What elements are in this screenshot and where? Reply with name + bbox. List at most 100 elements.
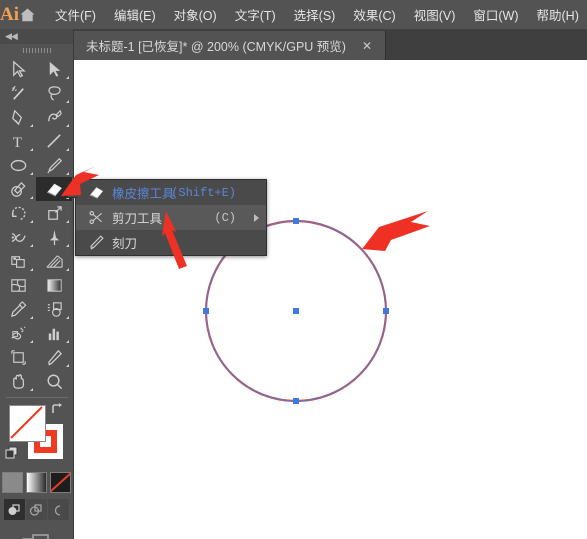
rotate-tool[interactable]	[0, 201, 36, 225]
menu-item-7[interactable]: 视图(V)	[405, 1, 465, 28]
draw-normal-button[interactable]	[3, 499, 25, 520]
knife-icon	[88, 234, 112, 251]
eraser-icon	[88, 184, 112, 201]
anchor-point-1[interactable]	[293, 218, 299, 224]
collapse-panel-icon[interactable]: ◀◀	[5, 32, 18, 41]
eraser-tool-flyout: 橡皮擦工具 (Shift+E) 剪刀工具 (C) 刻刀	[67, 179, 267, 256]
flyout-item-label: 橡皮擦工具	[112, 187, 175, 201]
direct-select-icon	[45, 60, 64, 79]
free-transform-tool[interactable]	[36, 225, 72, 249]
tool-grid: T	[0, 57, 72, 393]
column-graph-tool[interactable]	[36, 321, 72, 345]
pen-tool[interactable]	[0, 105, 36, 129]
tool-flyout-indicator-icon	[30, 340, 33, 343]
eyedropper-tool[interactable]	[0, 297, 36, 321]
flyout-item-3[interactable]: 刻刀	[76, 230, 266, 255]
hand-tool[interactable]	[0, 369, 36, 393]
tool-flyout-indicator-icon	[66, 268, 69, 271]
artboard-canvas[interactable]	[73, 60, 587, 539]
anchor-point-2[interactable]	[383, 308, 389, 314]
line-segment-tool[interactable]	[36, 129, 72, 153]
none-mode-button[interactable]	[49, 472, 71, 493]
tool-flyout-indicator-icon	[30, 316, 33, 319]
tool-flyout-indicator-icon	[30, 388, 33, 391]
tool-flyout-indicator-icon	[30, 220, 33, 223]
eraser-icon	[45, 180, 64, 199]
gradient-mode-button[interactable]	[25, 472, 47, 493]
flyout-item-1[interactable]: 橡皮擦工具 (Shift+E)	[76, 180, 266, 205]
shape-builder-tool[interactable]	[0, 249, 36, 273]
symbol-sprayer-tool[interactable]	[0, 321, 36, 345]
tools-panel-header: ◀◀	[0, 29, 73, 44]
tool-flyout-indicator-icon	[66, 364, 69, 367]
menu-item-4[interactable]: 文字(T)	[226, 1, 285, 28]
flyout-item-shortcut: (Shift+E)	[171, 185, 236, 200]
slice-knife-icon	[45, 348, 64, 367]
anchor-point-4[interactable]	[203, 308, 209, 314]
blend-icon	[45, 300, 64, 319]
menu-item-1[interactable]: 文件(F)	[46, 1, 105, 28]
fill-stroke-controls	[0, 402, 72, 470]
direct-selection-tool[interactable]	[36, 57, 72, 81]
width-tool[interactable]	[0, 225, 36, 249]
shaper-tool[interactable]	[0, 177, 36, 201]
grip-dots	[22, 48, 51, 53]
cursor-arrow-icon	[9, 60, 28, 79]
mesh-tool[interactable]	[0, 273, 36, 297]
perspective-grid-tool[interactable]	[36, 249, 72, 273]
draw-inside-button[interactable]	[47, 499, 69, 520]
tool-flyout-indicator-icon	[66, 76, 69, 79]
artboard-icon	[9, 348, 28, 367]
submenu-chevron-icon	[254, 214, 259, 222]
selection-tool[interactable]	[0, 57, 36, 81]
flyout-item-label: 剪刀工具	[112, 212, 163, 226]
tools-divider-1	[5, 397, 68, 398]
panel-drag-handle[interactable]	[0, 44, 73, 57]
tool-flyout-indicator-icon	[66, 148, 69, 151]
tools-panel: ◀◀ T	[0, 29, 74, 539]
tool-flyout-indicator-icon	[30, 172, 33, 175]
ellipse-tool[interactable]	[0, 153, 36, 177]
slice-tool[interactable]	[36, 345, 72, 369]
default-fill-stroke-icon[interactable]	[5, 443, 21, 464]
menu-item-6[interactable]: 效果(C)	[344, 1, 404, 28]
color-mode-button[interactable]	[1, 472, 23, 493]
magnifier-icon	[45, 372, 64, 391]
home-icon[interactable]	[19, 0, 36, 29]
tool-flyout-indicator-icon	[30, 148, 33, 151]
menu-item-9[interactable]: 帮助(H)	[528, 1, 587, 28]
change-screen-mode-button[interactable]	[22, 533, 50, 539]
scale-icon	[45, 204, 64, 223]
scissors-icon	[88, 209, 112, 226]
fill-swatch[interactable]	[9, 405, 46, 442]
free-transform-pin-icon	[45, 228, 64, 247]
type-tool[interactable]: T	[0, 129, 36, 153]
draw-behind-button[interactable]	[25, 499, 47, 520]
pen-nib-icon	[9, 108, 28, 127]
lasso-tool[interactable]	[36, 81, 72, 105]
scale-tool[interactable]	[36, 201, 72, 225]
menu-item-5[interactable]: 选择(S)	[285, 1, 345, 28]
zoom-tool[interactable]	[36, 369, 72, 393]
flyout-item-list: 橡皮擦工具 (Shift+E) 剪刀工具 (C) 刻刀	[76, 180, 266, 255]
mesh-icon	[9, 276, 28, 295]
swap-fill-stroke-icon[interactable]	[50, 402, 64, 419]
gradient-tool[interactable]	[36, 273, 72, 297]
paintbrush-tool[interactable]	[36, 153, 72, 177]
tool-flyout-indicator-icon	[66, 172, 69, 175]
blend-tool[interactable]	[36, 297, 72, 321]
svg-text:T: T	[12, 134, 22, 151]
anchor-point-5[interactable]	[293, 308, 299, 314]
menu-item-8[interactable]: 窗口(W)	[464, 1, 527, 28]
close-icon[interactable]: ✕	[359, 39, 375, 53]
menu-item-2[interactable]: 编辑(E)	[105, 1, 165, 28]
artboard-tool[interactable]	[0, 345, 36, 369]
paint-mode-row	[0, 472, 72, 494]
document-tab[interactable]: 未标题-1 [已恢复]* @ 200% (CMYK/GPU 预览) ✕	[73, 31, 387, 60]
menu-item-3[interactable]: 对象(O)	[165, 1, 226, 28]
magic-wand-tool[interactable]	[0, 81, 36, 105]
flyout-item-2[interactable]: 剪刀工具 (C)	[76, 205, 266, 230]
curvature-tool[interactable]	[36, 105, 72, 129]
app-logo: Ai	[0, 3, 19, 25]
anchor-point-3[interactable]	[293, 398, 299, 404]
